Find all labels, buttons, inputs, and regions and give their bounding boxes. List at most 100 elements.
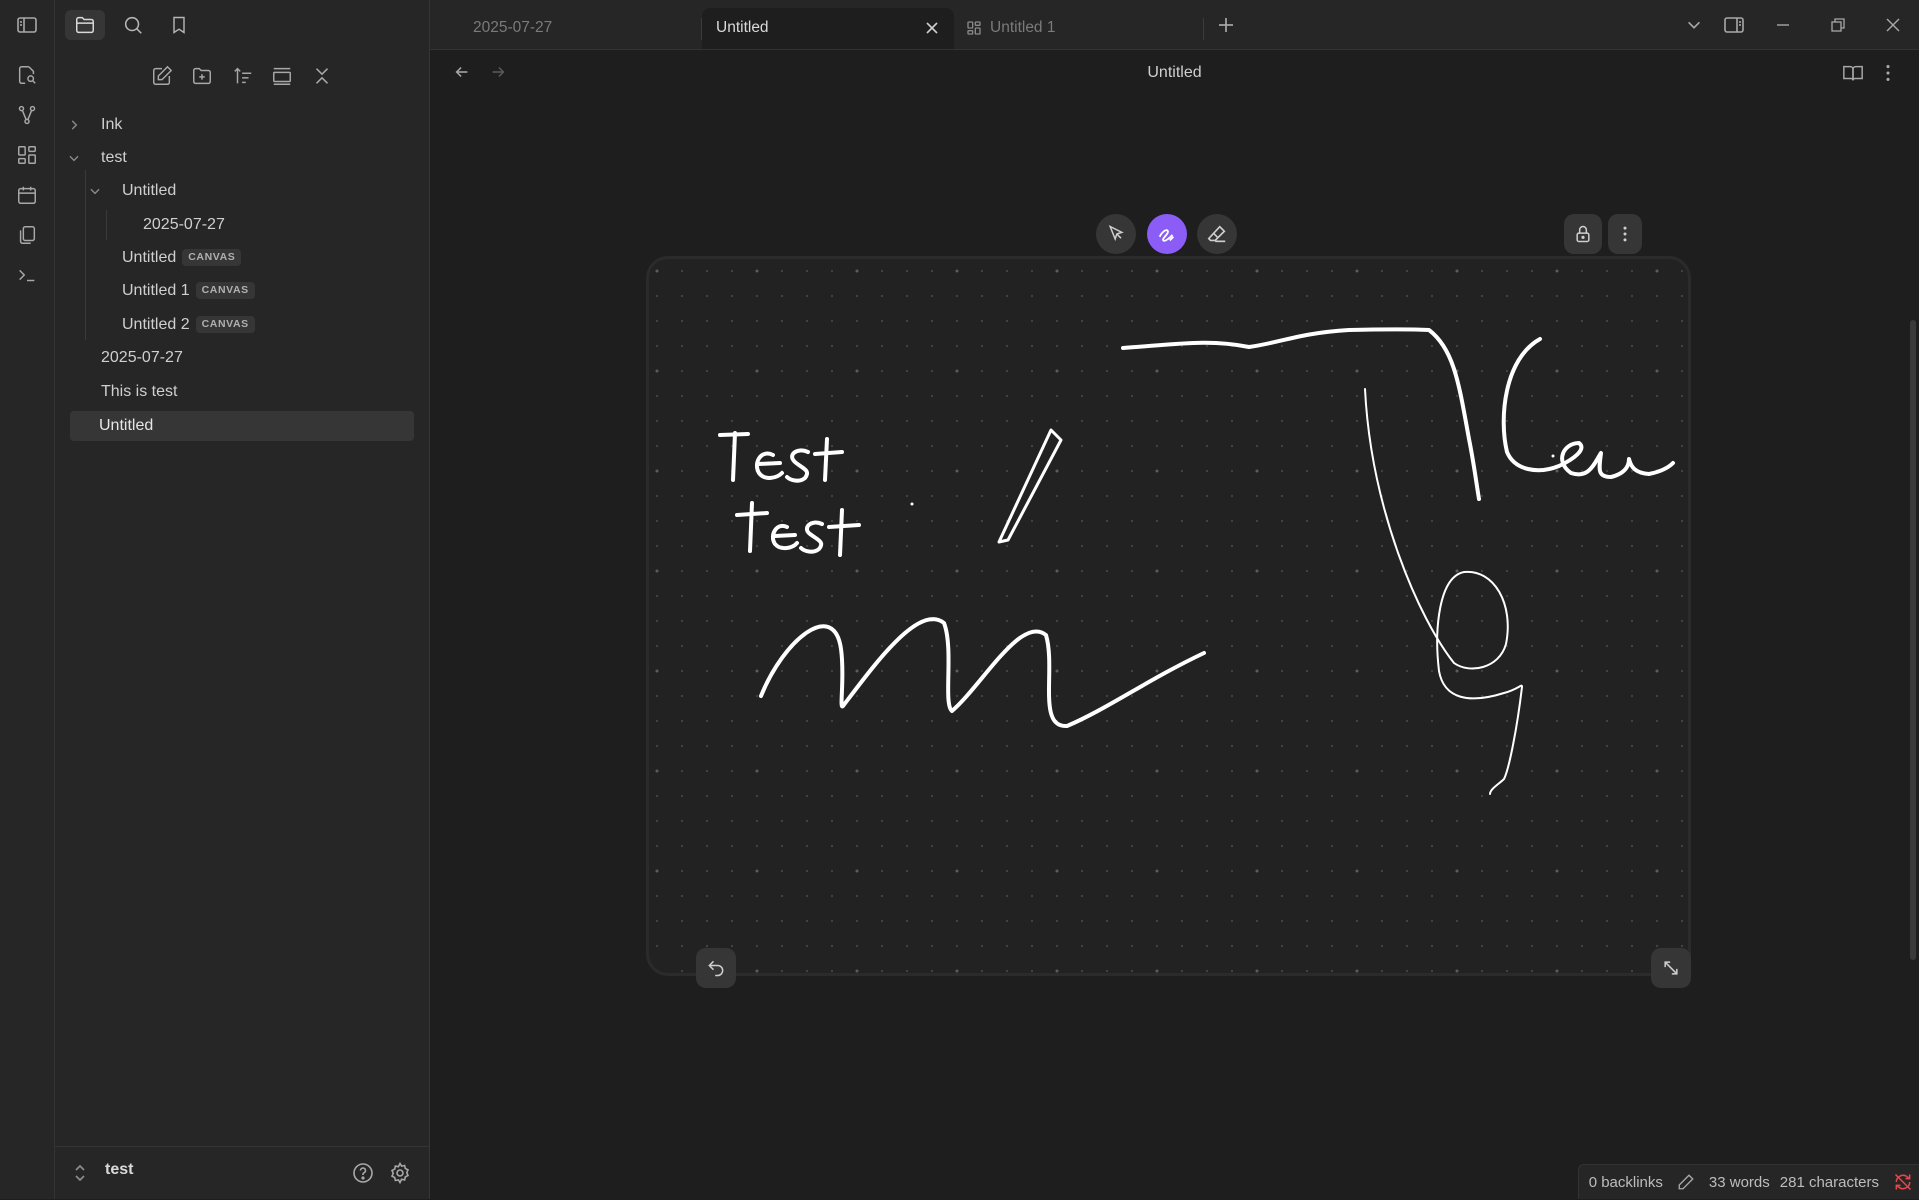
chevron-down-icon	[88, 184, 102, 198]
folder-plus-icon	[191, 65, 213, 87]
sync-disabled-icon[interactable]	[1893, 1172, 1913, 1192]
eraser-tool-icon	[1206, 223, 1228, 245]
status-bar: 0 backlinks 33 words 281 characters	[1577, 1164, 1919, 1199]
tree-item-label: Untitled 2	[122, 316, 190, 333]
more-options-button[interactable]	[1608, 214, 1642, 254]
tree-file-this-is-test[interactable]: This is test	[57, 377, 401, 407]
canvas-badge: CANVAS	[182, 249, 242, 266]
tree-item-label: test	[101, 149, 127, 166]
tab-label: 2025-07-27	[473, 19, 553, 36]
minimize-button[interactable]	[1766, 8, 1800, 42]
tab-divider	[1203, 18, 1204, 40]
resize-button[interactable]	[1651, 948, 1691, 988]
chevrons-up-down-icon[interactable]	[73, 1163, 87, 1183]
help-icon[interactable]	[351, 1161, 375, 1185]
tree-item-label: Untitled	[99, 417, 154, 434]
view-header: Untitled	[430, 50, 1919, 98]
tree-item-label: This is test	[101, 383, 178, 400]
lock-icon	[1573, 224, 1593, 244]
collapse-icon	[311, 65, 333, 87]
gear-icon[interactable]	[388, 1161, 412, 1185]
reading-view-icon[interactable]	[1842, 62, 1864, 84]
eraser-tool-button[interactable]	[1197, 214, 1237, 254]
more-vertical-icon[interactable]	[1877, 62, 1899, 84]
minimize-icon	[1775, 17, 1791, 33]
ribbon	[0, 0, 55, 1199]
more-vertical-icon	[1615, 224, 1635, 244]
vault-switcher-bar: test	[55, 1146, 429, 1200]
tab-list-button[interactable]	[1677, 8, 1711, 42]
tree-item-label: Ink	[101, 116, 123, 133]
canvas-icon[interactable]	[13, 141, 41, 169]
tree-file-untitled-selected[interactable]: Untitled	[70, 411, 414, 441]
sort-icon	[232, 65, 254, 87]
word-count: 33 words	[1708, 1173, 1770, 1191]
canvas-icon	[966, 20, 982, 36]
close-window-button[interactable]	[1876, 8, 1910, 42]
tree-canvas-untitled[interactable]: Untitled CANVAS	[57, 243, 401, 273]
resize-icon	[1661, 958, 1681, 978]
ink-drawing	[649, 259, 1688, 973]
tree-item-label: Untitled	[122, 249, 177, 266]
bookmark-icon	[169, 14, 189, 36]
ink-canvas[interactable]	[646, 256, 1691, 976]
tree-canvas-untitled-1[interactable]: Untitled 1 CANVAS	[57, 276, 401, 306]
auto-reveal-button[interactable]	[267, 62, 297, 90]
select-tool-icon	[1106, 224, 1126, 244]
new-note-button[interactable]	[147, 62, 177, 90]
backlinks-count[interactable]: 0 backlinks	[1589, 1174, 1663, 1191]
tab-label: Untitled 1	[990, 19, 1056, 36]
tree-item-label: 2025-07-27	[101, 349, 183, 366]
templates-icon[interactable]	[13, 221, 41, 249]
tree-item-label: Untitled 1	[122, 282, 190, 299]
edit-icon	[151, 65, 173, 87]
canvas-badge: CANVAS	[195, 316, 255, 333]
close-icon[interactable]	[924, 20, 940, 36]
quick-switcher-icon[interactable]	[13, 61, 41, 89]
reveal-icon	[271, 65, 293, 87]
new-tab-button[interactable]	[1209, 8, 1243, 42]
tree-folder-ink[interactable]: Ink	[57, 110, 401, 140]
search-icon	[122, 14, 144, 36]
editor-scrollbar[interactable]	[1910, 320, 1916, 960]
tree-folder-untitled[interactable]: Untitled	[57, 176, 401, 206]
tab-untitled-1[interactable]: Untitled 1	[956, 8, 1204, 49]
tab-untitled[interactable]: Untitled	[702, 8, 954, 49]
folder-icon	[74, 14, 96, 36]
pencil-icon[interactable]	[1677, 1173, 1695, 1191]
new-folder-button[interactable]	[187, 62, 217, 90]
calendar-icon[interactable]	[13, 181, 41, 209]
right-sidebar-toggle[interactable]	[1717, 8, 1751, 42]
sidebar-toggle-icon[interactable]	[13, 11, 41, 39]
vault-name[interactable]: test	[105, 1161, 133, 1179]
view-title[interactable]: Untitled	[430, 64, 1919, 82]
bookmarks-tab[interactable]	[159, 10, 199, 40]
canvas-badge: CANVAS	[195, 282, 255, 299]
tree-item-label: Untitled	[122, 182, 177, 199]
restore-button[interactable]	[1821, 8, 1855, 42]
terminal-icon[interactable]	[13, 261, 41, 289]
draw-tool-icon	[1156, 223, 1178, 245]
sidebar-right-icon	[1722, 13, 1746, 37]
chevron-right-icon	[67, 118, 81, 132]
tree-folder-test[interactable]: test	[57, 143, 401, 173]
collapse-all-button[interactable]	[307, 62, 337, 90]
tree-file-2025-07-27[interactable]: 2025-07-27	[57, 343, 401, 373]
undo-icon	[706, 958, 726, 978]
graph-icon[interactable]	[13, 101, 41, 129]
chevron-down-icon	[67, 151, 81, 165]
tree-file-2025-07-27-nested[interactable]: 2025-07-27	[57, 210, 401, 240]
tab-2025-07-27[interactable]: 2025-07-27	[440, 8, 690, 49]
close-icon	[1885, 17, 1901, 33]
file-explorer-tab[interactable]	[65, 10, 105, 40]
draw-tool-button[interactable]	[1147, 214, 1187, 254]
tree-item-label: 2025-07-27	[143, 216, 225, 233]
lock-button[interactable]	[1564, 214, 1602, 254]
sort-button[interactable]	[228, 62, 258, 90]
search-tab[interactable]	[113, 10, 153, 40]
undo-button[interactable]	[696, 948, 736, 988]
tab-label: Untitled	[716, 19, 769, 36]
file-explorer-sidebar: Ink test Untitled 2025-07-27 Untitled CAN…	[55, 0, 430, 1199]
select-tool-button[interactable]	[1096, 214, 1136, 254]
tree-canvas-untitled-2[interactable]: Untitled 2 CANVAS	[57, 310, 401, 340]
